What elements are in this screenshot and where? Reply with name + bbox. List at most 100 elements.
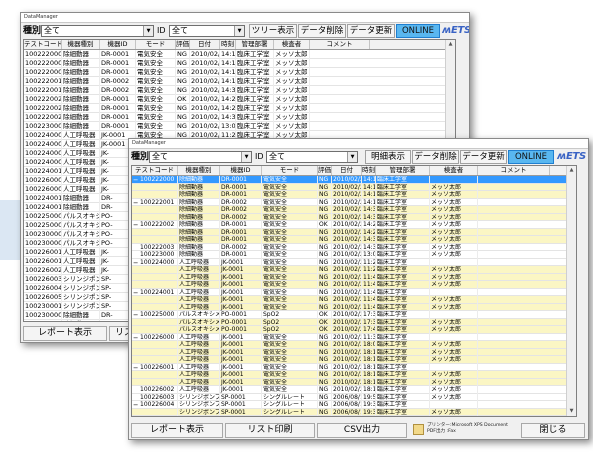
table-row[interactable]: 除細動器 DR-0001 電気安全 NG 2010/02/2 14:1 臨床工学室 メッソ太郎 xyxy=(132,191,576,199)
column-header-device-id[interactable]: 機器ID xyxy=(100,40,136,49)
column-header-time[interactable]: 時刻 xyxy=(362,166,376,175)
table-row[interactable]: −100222002 除細動器 DR-0001 電気安全 OK 2010/02/2 14:2… xyxy=(132,221,576,229)
table-row[interactable]: 100222000除細動器DR-0001電気安全NG2010/02/214:1臨… xyxy=(24,50,455,59)
table-row[interactable]: 除細動器 DR-0002 電気安全 NG 2010/02/2 14:3 臨床工学室 メッソ太郎 xyxy=(132,213,576,221)
printer-icon[interactable] xyxy=(413,424,424,435)
id-select[interactable]: 全て ▼ xyxy=(169,25,245,37)
column-header-mode[interactable]: モード xyxy=(262,166,318,175)
table-cell: JK-0001 xyxy=(220,378,262,386)
table-row[interactable]: 100226003 シリンジポンプ SP-0001 シングルレート NG 2006/08/… xyxy=(132,393,576,401)
list-print-button[interactable]: リスト印刷 xyxy=(225,423,315,438)
online-button[interactable]: ONLINE xyxy=(508,150,554,164)
table-row[interactable]: −100226000 人工呼吸器 JK-0001 電気安全 NG 2010/02/2 11:… xyxy=(132,333,576,342)
table-row[interactable]: −100225000パルスオキシメータPO-0001SpO2OK2010/02/… xyxy=(132,311,576,319)
column-header-device-type[interactable]: 機器種別 xyxy=(62,40,100,49)
column-header-test-code[interactable]: テストコード xyxy=(132,166,178,175)
scroll-up-icon[interactable]: ▲ xyxy=(446,40,455,49)
table-row[interactable]: 100222000除細動器DR-0001電気安全NG2010/02/214:1臨… xyxy=(24,68,455,77)
table-cell: 電気安全 xyxy=(136,77,176,86)
table-row[interactable]: 除細動器 DR-0001 電気安全 NG 2010/02/2 14:2 臨床工学室 メッソ太郎 xyxy=(132,228,576,236)
column-header-device-id[interactable]: 機器ID xyxy=(220,166,262,175)
table-row[interactable]: 人工呼吸器 JK-0001 電気安全 NG 2010/02/2 11:4 臨床工学室 メッソ太… xyxy=(132,281,576,289)
table-row[interactable]: −100226004 シリンジポンプ SP-0001 シングルレート NG 2006/08… xyxy=(132,401,576,409)
table-row[interactable]: シリンジポンプ SP-0001 シングルレート NG 2006/08/1 19:3 臨床工学… xyxy=(132,408,576,416)
column-header-test-code[interactable]: テストコード xyxy=(24,40,62,49)
column-header-mode[interactable]: モード xyxy=(136,40,176,49)
table-row[interactable]: 100222001除細動器DR-0002電気安全NG2010/02/214:1臨… xyxy=(24,77,455,86)
tree-view-button[interactable]: ツリー表示 xyxy=(249,24,297,38)
column-header-date[interactable]: 日付 xyxy=(190,40,220,49)
table-row[interactable]: −100222001 除細動器 DR-0002 電気安全 NG 2010/02/2 14:1… xyxy=(132,198,576,207)
test-results-tree-grid[interactable]: テストコード 機器種別 機器ID モード 評価 日付 時刻 管理部署 検査者 コメント −1002… xyxy=(131,165,577,417)
table-row[interactable]: 100222001除細動器DR-0002電気安全NG2010/02/214:3臨… xyxy=(24,86,455,95)
table-cell: 2010/02/2 xyxy=(333,251,362,259)
id-select[interactable]: 全て ▼ xyxy=(266,151,358,163)
column-header-dept[interactable]: 管理部署 xyxy=(236,40,274,49)
update-data-button[interactable]: データ更新 xyxy=(460,150,507,164)
table-row[interactable]: 人工呼吸器 JK-0001 電気安全 NG 2010/02/2 18:1 臨床工学室 メッソ太… xyxy=(132,348,576,356)
detail-view-button[interactable]: 明細表示 xyxy=(365,150,411,164)
table-row[interactable]: −100224000 人工呼吸器 JK-0001 電気安全 NG 2010/02/2 11:… xyxy=(132,258,576,267)
type-select[interactable]: 全て ▼ xyxy=(149,151,252,163)
column-header-dept[interactable]: 管理部署 xyxy=(376,166,430,175)
table-row[interactable]: 100222003 除細動器 DR-0002 電気安全 NG 2010/02/2 14:3 臨… xyxy=(132,243,576,251)
table-row[interactable]: パルスオキシメータPO-0001SpO2OK2010/02/217:3臨床工学室… xyxy=(132,318,576,326)
column-header-time[interactable]: 時刻 xyxy=(220,40,236,49)
close-button[interactable]: 閉じる xyxy=(521,423,585,438)
column-header-comment[interactable]: コメント xyxy=(478,166,550,175)
table-cell: パルスオキシメータ xyxy=(62,239,100,248)
chevron-down-icon[interactable]: ▼ xyxy=(234,26,244,36)
table-row[interactable]: 人工呼吸器 JK-0001 電気安全 NG 2010/02/2 18:1 臨床工学室 メッソ太… xyxy=(132,356,576,364)
table-row[interactable]: 100222002除細動器DR-0001電気安全NG2010/02/214:2臨… xyxy=(24,104,455,113)
table-row[interactable]: 100223000除細動器DR-0001電気安全NG2010/02/213:0臨… xyxy=(24,122,455,131)
report-view-button[interactable]: レポート表示 xyxy=(131,423,223,438)
table-row[interactable]: 100223000除細動器DR-0001電気安全NG2010/02/213:0臨… xyxy=(132,251,576,259)
table-cell: メッソ太郎 xyxy=(274,50,310,59)
column-header-inspector[interactable]: 検査者 xyxy=(274,40,310,49)
table-row[interactable]: 人工呼吸器 JK-0001 電気安全 NG 2010/02/2 11:4 臨床工学室 メッソ太… xyxy=(132,303,576,311)
online-button[interactable]: ONLINE xyxy=(396,24,440,38)
table-row[interactable]: −100226001 人工呼吸器 JK-0001 電気安全 NG 2010/02/2 18:… xyxy=(132,363,576,372)
table-row[interactable]: 除細動器 DR-0001 電気安全 NG 2010/02/2 14:3 臨床工学室 メッソ太郎 xyxy=(132,236,576,244)
scroll-up-icon[interactable]: ▲ xyxy=(567,166,576,175)
table-row[interactable]: 人工呼吸器 JK-0001 電気安全 NG 2010/02/2 11:2 臨床工学室 メッソ太… xyxy=(132,266,576,274)
table-cell: DR-0001 xyxy=(100,50,136,59)
table-row[interactable]: −100224001 人工呼吸器 JK-0001 電気安全 NG 2010/02/2 11:… xyxy=(132,288,576,297)
table-row[interactable]: 除細動器 DR-0002 電気安全 NG 2010/02/2 14:3 臨床工学室 メッソ太郎 xyxy=(132,206,576,214)
delete-data-button[interactable]: データ削除 xyxy=(412,150,459,164)
table-row[interactable]: 人工呼吸器 JK-0001 電気安全 NG 2010/02/2 18:0 臨床工学室 メッソ太… xyxy=(132,341,576,349)
update-data-button[interactable]: データ更新 xyxy=(347,24,395,38)
csv-export-button[interactable]: CSV出力 xyxy=(317,423,407,438)
table-row[interactable]: 100222002除細動器DR-0001電気安全NG2010/02/214:3臨… xyxy=(24,113,455,122)
table-cell: 13:0 xyxy=(221,122,236,131)
chevron-down-icon[interactable]: ▼ xyxy=(143,26,153,36)
table-cell: 臨床工学室 xyxy=(376,213,430,221)
scroll-down-icon[interactable]: ▼ xyxy=(567,407,576,416)
table-row[interactable]: 人工呼吸器 JK-0001 電気安全 NG 2010/02/2 18:1 臨床工学室 メッソ太… xyxy=(132,371,576,379)
column-header-eval[interactable]: 評価 xyxy=(176,40,190,49)
column-header-comment[interactable]: コメント xyxy=(310,40,370,49)
table-row[interactable]: 人工呼吸器 JK-0001 電気安全 NG 2010/02/2 11:4 臨床工学室 メッソ太… xyxy=(132,273,576,281)
table-row[interactable]: パルスオキシメータPO-0001SpO2OK2010/02/217:4臨床工学室… xyxy=(132,326,576,334)
selected-table-row[interactable]: −100222000 除細動器 DR-0001 電気安全 NG 2010/02/2 14:1… xyxy=(132,176,576,184)
column-header-date[interactable]: 日付 xyxy=(332,166,362,175)
table-cell: 臨床工学室 xyxy=(236,122,274,131)
column-header-device-type[interactable]: 機器種別 xyxy=(178,166,220,175)
column-header-inspector[interactable]: 検査者 xyxy=(430,166,478,175)
chevron-down-icon[interactable]: ▼ xyxy=(241,152,251,162)
table-cell: 電気安全 xyxy=(262,333,318,341)
type-select[interactable]: 全て ▼ xyxy=(41,25,154,37)
table-row[interactable]: 人工呼吸器 JK-0001 電気安全 NG 2010/02/2 11:4 臨床工学室 メッソ太… xyxy=(132,296,576,304)
table-cell: 除細動器 xyxy=(62,50,100,59)
table-row[interactable]: 100222000除細動器DR-0001電気安全NG2010/02/214:1臨… xyxy=(24,59,455,68)
table-cell: NG xyxy=(318,266,332,274)
chevron-down-icon[interactable]: ▼ xyxy=(347,152,357,162)
table-row[interactable]: 100222002除細動器DR-0001電気安全OK2010/02/214:2臨… xyxy=(24,95,455,104)
table-row[interactable]: 除細動器 DR-0001 電気安全 NG 2010/02/2 14:1 臨床工学室 メッソ太郎 xyxy=(132,183,576,191)
table-row[interactable]: 人工呼吸器 JK-0001 電気安全 NG 2010/02/2 18:1 臨床工学室 メッソ太… xyxy=(132,378,576,386)
column-header-eval[interactable]: 評価 xyxy=(318,166,332,175)
vertical-scrollbar[interactable]: ▲ ▼ xyxy=(566,166,576,416)
table-row[interactable]: 100226002 人工呼吸器 JK-0001 電気安全 NG 2010/02/2 18:1… xyxy=(132,386,576,394)
report-view-button[interactable]: レポート表示 xyxy=(23,326,107,341)
delete-data-button[interactable]: データ削除 xyxy=(298,24,346,38)
